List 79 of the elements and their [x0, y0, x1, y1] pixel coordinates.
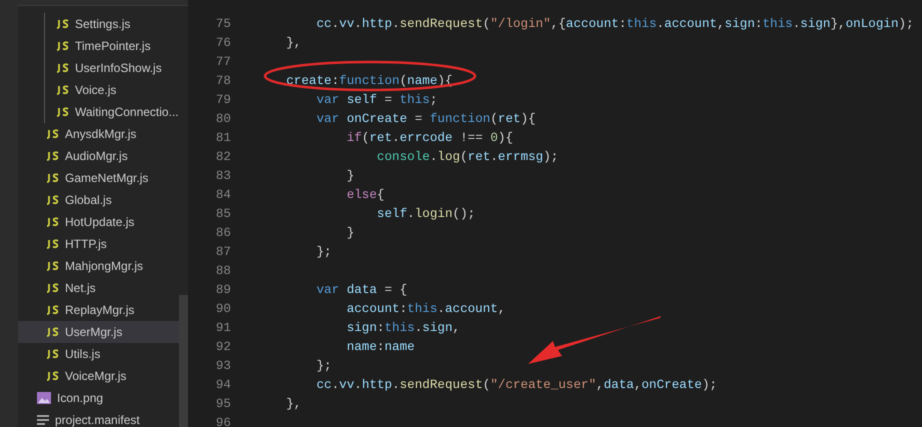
file-tree-item[interactable]: Voice.js	[18, 79, 179, 101]
line-number: 91	[214, 320, 231, 334]
line-number: 83	[214, 168, 231, 182]
file-tree-item[interactable]: TimePointer.js	[18, 35, 179, 57]
file-tree-item[interactable]: UserMgr.js	[18, 321, 179, 343]
line-number: 85	[214, 206, 231, 220]
line-number: 86	[214, 226, 231, 240]
file-tree-item[interactable]: UserInfoShow.js	[18, 57, 179, 79]
code-line: };	[315, 244, 332, 258]
file-tree-item[interactable]: HTTP.js	[18, 233, 179, 255]
file-tree-item[interactable]: WaitingConnectio...	[18, 101, 179, 123]
lines-icon	[36, 414, 50, 426]
javascript-file-icon	[56, 63, 70, 73]
code-line: }	[346, 168, 354, 182]
file-tree-item[interactable]: Icon.png	[18, 387, 179, 409]
file-tree-item[interactable]: Net.js	[18, 277, 179, 299]
line-number: 84	[214, 188, 231, 202]
line-number: 96	[214, 416, 231, 427]
line-number: 95	[214, 396, 231, 410]
line-number: 80	[214, 112, 231, 126]
code-line: self.login();	[376, 206, 476, 220]
line-number: 87	[214, 244, 231, 258]
javascript-file-icon	[46, 261, 60, 271]
code-line: };	[315, 358, 332, 372]
javascript-file-icon	[46, 283, 60, 293]
code-line: name:name	[346, 340, 415, 354]
javascript-file-icon	[56, 107, 70, 117]
file-tree-item[interactable]: AnysdkMgr.js	[18, 123, 179, 145]
code-line: cc.vv.http.sendRequest("/create_user",data,onCreate);	[315, 378, 718, 392]
code-line: console.log(ret.errmsg);	[376, 150, 558, 164]
line-number: 78	[214, 74, 231, 88]
javascript-file-icon	[46, 305, 60, 315]
javascript-file-icon	[56, 19, 70, 29]
file-tree-item[interactable]: GameNetMgr.js	[18, 167, 179, 189]
javascript-file-icon	[46, 349, 60, 359]
scrollbar-thumb[interactable]	[179, 295, 188, 427]
javascript-file-icon	[46, 151, 60, 161]
line-number: 90	[214, 302, 231, 316]
code-line: var self = this;	[315, 92, 438, 106]
file-tree-item[interactable]: ReplayMgr.js	[18, 299, 179, 321]
code-line: var onCreate = function(ret){	[315, 112, 536, 126]
javascript-file-icon	[46, 129, 60, 139]
code-line: var data = {	[315, 282, 408, 296]
code-line: sign:this.sign,	[346, 320, 460, 334]
javascript-file-icon	[46, 239, 60, 249]
javascript-file-icon	[46, 173, 60, 183]
javascript-file-icon	[56, 41, 70, 51]
javascript-file-icon	[46, 371, 60, 381]
line-number: 88	[214, 264, 231, 278]
line-number: 79	[214, 92, 231, 106]
code-line: account:this.account,	[346, 302, 506, 316]
line-number: 77	[214, 54, 231, 68]
line-number: 75	[214, 16, 231, 30]
line-number: 94	[214, 378, 231, 392]
image-file-icon	[36, 391, 52, 405]
file-tree-item[interactable]: VoiceMgr.js	[18, 365, 179, 387]
code-line: },	[285, 396, 302, 410]
line-number: 81	[214, 130, 231, 144]
file-tree-item[interactable]: Settings.js	[18, 13, 179, 35]
line-number: 92	[214, 340, 231, 354]
line-number: 76	[214, 36, 231, 50]
line-number: 93	[214, 358, 231, 372]
file-tree-item[interactable]: Global.js	[18, 189, 179, 211]
javascript-file-icon	[46, 217, 60, 227]
file-tree-item[interactable]: AudioMgr.js	[18, 145, 179, 167]
javascript-file-icon	[56, 85, 70, 95]
javascript-file-icon	[46, 327, 60, 337]
code-line: }	[346, 226, 354, 240]
code-line: },	[285, 36, 302, 50]
code-line: cc.vv.http.sendRequest("/login",{account:this.account,sign:this.sign},onLogin);	[315, 16, 914, 30]
code-line: if(ret.errcode !== 0){	[346, 130, 514, 144]
javascript-file-icon	[46, 195, 60, 205]
file-tree-item[interactable]: Utils.js	[18, 343, 179, 365]
file-tree-item[interactable]: MahjongMgr.js	[18, 255, 179, 277]
file-tree-item[interactable]: project.manifest	[18, 409, 179, 427]
file-tree-item[interactable]: HotUpdate.js	[18, 211, 179, 233]
code-line: else{	[346, 188, 384, 202]
line-number: 82	[214, 150, 231, 164]
line-number: 89	[214, 282, 231, 296]
